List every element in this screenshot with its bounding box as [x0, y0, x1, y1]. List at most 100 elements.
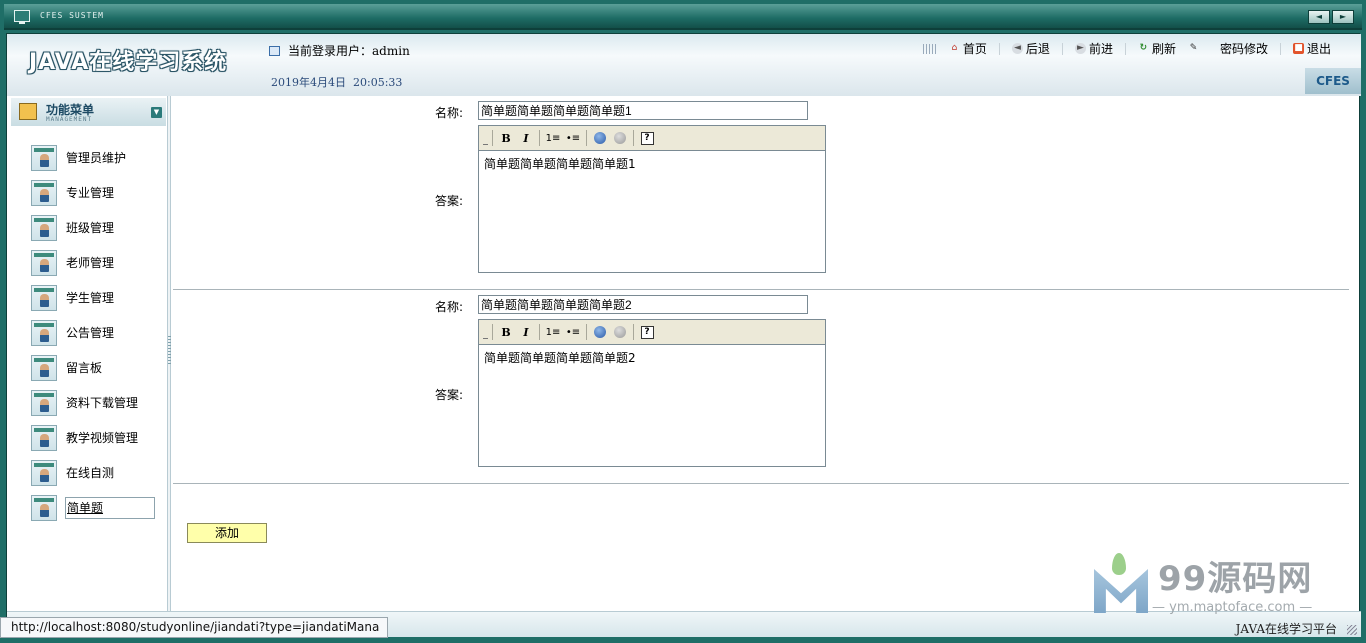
home-link[interactable]: ⌂ 首页 — [949, 40, 987, 57]
toolbar-grip-icon — [922, 43, 937, 54]
sidebar-item[interactable]: 班级管理 — [29, 210, 155, 245]
exit-icon: ■ — [1292, 43, 1304, 54]
sidebar-item-label: 学生管理 — [66, 291, 115, 305]
brand-badge: CFES — [1305, 68, 1361, 94]
status-url: http://localhost:8080/studyonline/jianda… — [0, 617, 389, 638]
sidebar-item[interactable]: 教学视频管理 — [29, 420, 155, 455]
italic-button[interactable]: I — [516, 323, 536, 341]
sidebar-item[interactable]: 管理员维护 — [29, 140, 155, 175]
help-icon: ? — [640, 131, 654, 145]
insert-link-button[interactable] — [590, 129, 610, 147]
answer-label: 答案: — [435, 388, 464, 402]
menu-folder-icon — [19, 103, 37, 120]
bold-button[interactable]: B — [496, 323, 516, 341]
toolbar-handle-icon — [481, 323, 489, 341]
remove-link-button[interactable] — [610, 323, 630, 341]
sidebar-item-label: 公告管理 — [66, 326, 115, 340]
user-window-icon — [31, 389, 57, 416]
window-nav-buttons: ◄ ► — [1308, 10, 1354, 24]
user-window-icon — [269, 45, 280, 56]
resize-grip-icon[interactable] — [1347, 625, 1357, 635]
sidebar-item-label: 老师管理 — [66, 256, 115, 270]
user-window-icon — [31, 459, 57, 486]
question-block: 名称: 答案: BI 1≡•≡? 简单题简单题简单题简单题2 — [173, 290, 1349, 484]
sidebar-item-label: 班级管理 — [66, 221, 115, 235]
unordered-list-button[interactable]: •≡ — [563, 129, 583, 147]
sidebar-item-label: 在线自测 — [66, 466, 115, 480]
sidebar-item[interactable]: 资料下载管理 — [29, 385, 155, 420]
page-header: JAVA在线学习系统 当前登录用户：admin ⌂ 首页 ◄ 后退 ► 前进 ↻ 刷新 … — [7, 34, 1361, 96]
link-icon — [594, 326, 606, 338]
sidebar-item[interactable]: 专业管理 — [29, 175, 155, 210]
sidebar-item[interactable]: 老师管理 — [29, 245, 155, 280]
editor-toolbar: B I 1≡ •≡? — [479, 126, 825, 151]
name-input[interactable] — [478, 101, 808, 120]
user-window-icon — [31, 214, 57, 241]
header-toolbar: 当前登录用户：admin ⌂ 首页 ◄ 后退 ► 前进 ↻ 刷新 ✎ 密码修改 ■ 退出 — [259, 34, 1361, 62]
user-window-icon — [31, 319, 57, 346]
user-window-icon — [31, 144, 57, 171]
remove-link-button[interactable] — [610, 129, 630, 147]
collapse-chevron-icon[interactable]: ▼ — [151, 107, 162, 118]
toolbar-handle-icon — [481, 129, 489, 147]
question-block: 名称: 答案: BI 1≡•≡? 简单题简单题简单题简单题1 — [173, 96, 1349, 290]
logout-link[interactable]: ■ 退出 — [1292, 40, 1331, 57]
answer-label: 答案: — [435, 194, 464, 208]
sidebar-item-label: 资料下载管理 — [66, 396, 139, 410]
next-arrow-button[interactable]: ► — [1332, 10, 1354, 24]
sidebar-header: 功能菜单 MANAGEMENT ▼ — [11, 98, 166, 126]
monitor-icon — [14, 10, 30, 24]
answer-editor-body[interactable]: 简单题简单题简单题简单题1 — [479, 151, 825, 176]
unordered-list-button[interactable]: •≡ — [563, 323, 583, 341]
sidebar-menu: 管理员维护专业管理班级管理老师管理学生管理公告管理留言板资料下载管理 教学视频管理… — [29, 140, 155, 525]
bold-button[interactable]: B — [496, 129, 516, 147]
sidebar-item[interactable]: 公告管理 — [29, 315, 155, 350]
sidebar-item[interactable]: 留言板 — [29, 350, 155, 385]
forward-icon: ► — [1074, 43, 1086, 54]
sidebar-splitter[interactable] — [168, 96, 171, 611]
refresh-link[interactable]: ↻ 刷新 — [1138, 40, 1176, 57]
link-icon — [594, 132, 606, 144]
sidebar-item[interactable]: 在线自测 — [29, 455, 155, 490]
current-time: 20:05:33 — [353, 76, 403, 89]
main-content: 名称:答案:BI1≡•≡?简单题简单题简单题简单题2名称:答案:BI1≡•≡?简… — [173, 96, 1353, 611]
answer-editor-body[interactable]: 简单题简单题简单题简单题2 — [479, 345, 825, 370]
ordered-list-button[interactable]: 1≡ — [543, 323, 563, 341]
sidebar-item-label: 管理员维护 — [66, 151, 127, 165]
add-button[interactable]: 添加 — [187, 523, 267, 543]
unlink-icon — [614, 132, 626, 144]
back-icon: ◄ — [1011, 43, 1023, 54]
help-button[interactable]: ? — [637, 129, 657, 147]
sidebar-item[interactable]: 简单题 — [29, 490, 155, 525]
main-window: JAVA在线学习系统 当前登录用户：admin ⌂ 首页 ◄ 后退 ► 前进 ↻ 刷新 … — [6, 33, 1361, 637]
sidebar-subtitle: MANAGEMENT — [46, 116, 93, 123]
window-title: CFES SUSTEM — [40, 11, 104, 20]
insert-link-button[interactable] — [590, 323, 610, 341]
unlink-icon — [614, 326, 626, 338]
sidebar-item-label: 简单题 — [65, 496, 155, 519]
user-window-icon — [31, 354, 57, 381]
help-button[interactable]: ? — [637, 323, 657, 341]
back-link[interactable]: ◄ 后退 — [1011, 40, 1050, 57]
italic-button[interactable]: I — [516, 129, 536, 147]
forward-link[interactable]: ► 前进 — [1074, 40, 1113, 57]
sidebar-item-label: 留言板 — [66, 361, 103, 375]
user-window-icon — [31, 179, 57, 206]
current-user-label: 当前登录用户： — [288, 44, 373, 58]
user-window-icon — [31, 284, 57, 311]
sidebar-item-label: 教学视频管理 — [66, 431, 139, 445]
current-date: 2019年4月4日 — [271, 76, 346, 89]
user-window-icon — [31, 424, 57, 451]
help-icon: ? — [640, 325, 654, 339]
user-window-icon — [31, 249, 57, 276]
sidebar-item[interactable]: 学生管理 — [29, 280, 155, 315]
name-label: 名称: — [435, 300, 464, 314]
ordered-list-button[interactable]: 1≡ — [543, 129, 563, 147]
change-password-link[interactable]: ✎ 密码修改 — [1188, 40, 1268, 57]
editor-toolbar: B I 1≡ •≡? — [479, 320, 825, 345]
datetime: 2019年4月4日 20:05:33 — [271, 74, 402, 90]
sidebar-item-label: 专业管理 — [66, 186, 115, 200]
name-input[interactable] — [478, 295, 808, 314]
home-icon: ⌂ — [951, 43, 958, 53]
prev-arrow-button[interactable]: ◄ — [1308, 10, 1330, 24]
